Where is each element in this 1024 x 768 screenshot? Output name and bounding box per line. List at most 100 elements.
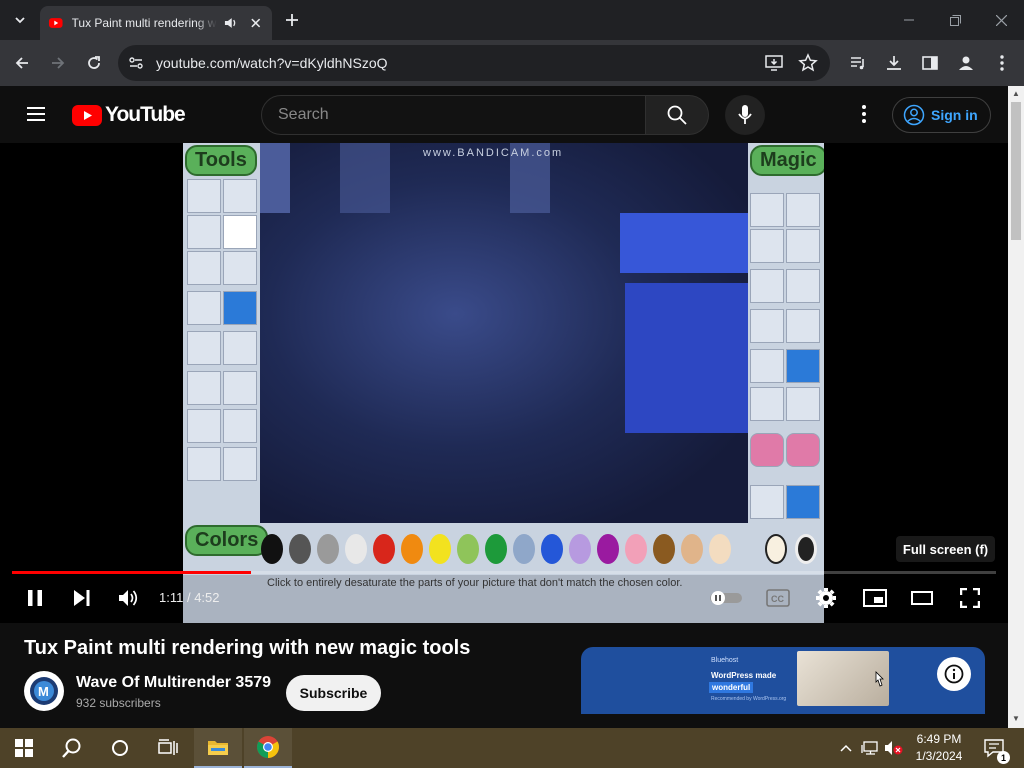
- autoplay-toggle[interactable]: [708, 584, 744, 612]
- youtube-wordmark: YouTube: [105, 103, 186, 126]
- ad-banner[interactable]: Bluehost WordPress made wonderful Recomm…: [581, 647, 985, 728]
- hamburger-menu-icon[interactable]: [24, 102, 48, 126]
- search-box[interactable]: [261, 95, 646, 135]
- network-tray-icon[interactable]: [860, 738, 880, 758]
- subtitles-button[interactable]: CC: [764, 584, 792, 612]
- ad-info-button[interactable]: [937, 657, 971, 691]
- search-input[interactable]: [278, 106, 645, 124]
- browser-tab-active[interactable]: Tux Paint multi rendering w: [40, 6, 272, 40]
- volume-tray-icon[interactable]: [884, 738, 904, 758]
- person-icon: [959, 56, 973, 70]
- side-panel-icon: [922, 56, 938, 70]
- close-window-button[interactable]: [978, 0, 1024, 40]
- arrow-right-icon: [52, 57, 65, 69]
- search-icon: [62, 738, 81, 758]
- task-view-icon: [158, 739, 178, 755]
- media-controls-button[interactable]: [846, 51, 870, 75]
- tuxpaint-paint-tool: [187, 179, 221, 213]
- gear-icon: [816, 588, 836, 608]
- file-explorer-button[interactable]: [194, 728, 242, 768]
- subscribe-button[interactable]: Subscribe: [286, 675, 381, 711]
- search-icon: [667, 105, 687, 125]
- channel-logo-icon: M: [30, 677, 58, 705]
- back-button[interactable]: [10, 51, 34, 75]
- tuxpaint-color-swatch: [457, 534, 479, 564]
- autoplay-toggle-icon: [710, 591, 742, 605]
- search-button[interactable]: [645, 95, 709, 135]
- tuxpaint-colors-label: Colors: [185, 525, 269, 556]
- chrome-menu-button[interactable]: [990, 51, 1014, 75]
- cortana-button[interactable]: [96, 728, 144, 768]
- start-button[interactable]: [0, 728, 48, 768]
- svg-text:CC: CC: [771, 594, 784, 604]
- address-bar[interactable]: youtube.com/watch?v=dKyldhNSzoQ: [118, 45, 830, 81]
- forward-button[interactable]: [46, 51, 70, 75]
- chevron-down-icon: [15, 17, 25, 24]
- restore-icon: [949, 14, 961, 26]
- youtube-logo[interactable]: YouTube: [72, 103, 186, 127]
- side-panel-button[interactable]: [918, 51, 942, 75]
- microphone-icon: [738, 105, 752, 124]
- taskbar-search-button[interactable]: [48, 728, 96, 768]
- reload-icon: [88, 56, 100, 69]
- chrome-taskbar-button[interactable]: [244, 728, 292, 768]
- tuxpaint-magic-label: Magic: [750, 145, 824, 176]
- progress-bar[interactable]: [12, 571, 996, 574]
- install-app-icon[interactable]: [764, 53, 784, 73]
- cortana-circle-icon: [112, 740, 128, 756]
- bookmark-star-icon[interactable]: [798, 53, 818, 73]
- page-scrollbar[interactable]: ▲ ▼: [1008, 86, 1024, 728]
- action-center-button[interactable]: 1: [982, 736, 1010, 764]
- scroll-down-arrow-icon[interactable]: ▼: [1012, 714, 1020, 723]
- tab-search-button[interactable]: [8, 8, 32, 32]
- settings-button[interactable]: [812, 584, 840, 612]
- video-player[interactable]: www.BANDICAM.com Tools Magic Colors Clic…: [0, 143, 1008, 623]
- more-vert-icon: [862, 105, 866, 123]
- mute-button[interactable]: [115, 584, 143, 612]
- youtube-favicon-icon: [48, 18, 63, 28]
- channel-name[interactable]: Wave Of Multirender 3579: [76, 674, 271, 692]
- profile-button[interactable]: [954, 51, 978, 75]
- downloads-button[interactable]: [882, 51, 906, 75]
- tuxpaint-color-swatch: [401, 534, 423, 564]
- ad-headline-1: WordPress made: [711, 671, 777, 680]
- closed-captions-icon: CC: [766, 589, 790, 607]
- network-icon: [861, 741, 878, 755]
- next-button[interactable]: [68, 584, 96, 612]
- restore-button[interactable]: [932, 0, 978, 40]
- chevron-up-icon: [840, 744, 852, 752]
- clock-date: 1/3/2024: [915, 749, 963, 763]
- sign-in-button[interactable]: Sign in: [892, 97, 991, 133]
- site-settings-icon[interactable]: [126, 53, 146, 73]
- youtube-page: YouTube Sign in www.BAND: [0, 86, 1008, 728]
- voice-search-button[interactable]: [725, 95, 765, 135]
- tuxpaint-color-swatch: [261, 534, 283, 564]
- tuxpaint-stamp-tool: [223, 179, 257, 213]
- minimize-button[interactable]: [886, 0, 932, 40]
- fullscreen-button[interactable]: [956, 584, 984, 612]
- new-tab-plus-icon[interactable]: [282, 10, 302, 30]
- task-view-button[interactable]: [144, 728, 192, 768]
- channel-avatar[interactable]: M: [24, 671, 64, 711]
- skip-next-icon: [74, 590, 90, 606]
- tuxpaint-eraser-tool: [187, 371, 221, 405]
- miniplayer-button[interactable]: [861, 584, 889, 612]
- subscriber-count: 932 subscribers: [76, 696, 161, 710]
- clock-time: 6:49 PM: [916, 732, 962, 746]
- tuxpaint-lines-tool: [187, 215, 221, 249]
- scrollbar-thumb[interactable]: [1011, 102, 1021, 240]
- taskbar-clock[interactable]: 6:49 PM 1/3/2024: [906, 731, 972, 765]
- reload-button[interactable]: [82, 51, 106, 75]
- settings-more-button[interactable]: [852, 102, 876, 126]
- show-hidden-icons-button[interactable]: [836, 738, 856, 758]
- theater-mode-button[interactable]: [908, 584, 936, 612]
- info-icon: [944, 664, 964, 684]
- tuxpaint-color-swatch: [653, 534, 675, 564]
- tuxpaint-shapes-tool: [223, 215, 257, 249]
- scroll-up-arrow-icon[interactable]: ▲: [1012, 89, 1020, 98]
- speaker-icon[interactable]: [223, 15, 239, 31]
- tuxpaint-color-swatch: [289, 534, 311, 564]
- pause-button[interactable]: [21, 584, 49, 612]
- close-tab-icon[interactable]: [248, 15, 264, 31]
- tuxpaint-color-swatch: [569, 534, 591, 564]
